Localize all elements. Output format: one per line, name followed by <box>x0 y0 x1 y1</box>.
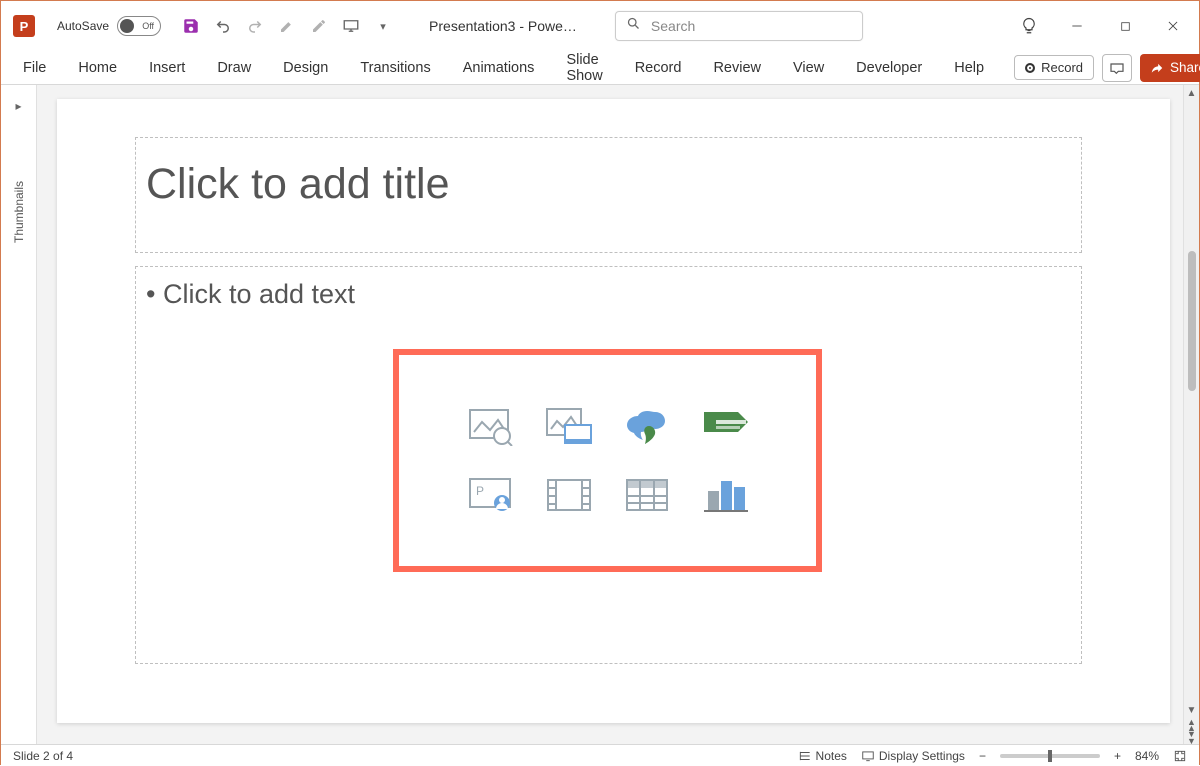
fit-to-window-button[interactable] <box>1173 749 1187 763</box>
status-bar: Slide 2 of 4 Notes Display Settings − + … <box>1 744 1199 766</box>
title-placeholder-text: Click to add title <box>146 160 1071 209</box>
tab-view[interactable]: View <box>791 56 826 80</box>
qat-more-icon[interactable]: ▾ <box>373 16 393 36</box>
tab-home[interactable]: Home <box>76 56 119 80</box>
quick-access-toolbar: ▾ <box>181 16 393 36</box>
draw-icon[interactable] <box>277 16 297 36</box>
expand-thumbnails-icon[interactable]: ▸ <box>15 99 21 113</box>
app-icon: P <box>13 15 35 37</box>
insert-row-2: P <box>467 475 749 515</box>
notes-label: Notes <box>816 749 847 763</box>
insert-video-icon[interactable] <box>545 475 593 515</box>
display-settings-icon <box>861 749 875 763</box>
zoom-out-button[interactable]: − <box>979 749 986 763</box>
share-icon <box>1150 61 1164 75</box>
scroll-thumb[interactable] <box>1188 251 1196 391</box>
slide[interactable]: Click to add title • Click to add text <box>57 99 1170 723</box>
autosave-state: Off <box>142 21 154 31</box>
insert-row-1 <box>467 407 749 447</box>
next-slide-icon[interactable]: ▼▼ <box>1187 731 1196 744</box>
record-dot-icon <box>1025 63 1035 73</box>
tab-developer[interactable]: Developer <box>854 56 924 80</box>
content-placeholder-text: • Click to add text <box>146 279 1071 310</box>
autosave-toggle[interactable]: Off <box>117 16 161 36</box>
tab-help[interactable]: Help <box>952 56 986 80</box>
insert-table-icon[interactable] <box>623 475 671 515</box>
scroll-up-icon[interactable]: ▲ <box>1184 85 1199 101</box>
notes-button[interactable]: Notes <box>798 749 847 763</box>
save-icon[interactable] <box>181 16 201 36</box>
close-button[interactable] <box>1159 12 1187 40</box>
tab-design[interactable]: Design <box>281 56 330 80</box>
autosave-label: AutoSave <box>57 19 109 33</box>
thumbnails-label: Thumbnails <box>12 181 26 243</box>
insert-icons-icon[interactable] <box>623 407 671 447</box>
vertical-scrollbar[interactable]: ▲ ▼ ▲▲ ▼▼ <box>1183 85 1199 744</box>
fit-icon <box>1173 749 1187 763</box>
toggle-knob-icon <box>120 19 134 33</box>
share-label: Share <box>1170 60 1200 75</box>
record-button[interactable]: Record <box>1014 55 1094 80</box>
svg-text:P: P <box>476 484 484 498</box>
display-settings-label: Display Settings <box>879 749 965 763</box>
draw2-icon[interactable] <box>309 16 329 36</box>
tab-file[interactable]: File <box>21 56 48 80</box>
ribbon-tabs: File Home Insert Draw Design Transitions… <box>1 51 1199 85</box>
insert-chart-icon[interactable] <box>701 475 749 515</box>
undo-icon[interactable] <box>213 16 233 36</box>
title-bar: P AutoSave Off ▾ Presentation3 - Powe… S… <box>1 1 1199 51</box>
record-label: Record <box>1041 60 1083 75</box>
slide-canvas-area: Click to add title • Click to add text <box>37 85 1183 744</box>
title-placeholder[interactable]: Click to add title <box>135 137 1082 253</box>
present-icon[interactable] <box>341 16 361 36</box>
insert-pictures-icon[interactable] <box>545 407 593 447</box>
tab-animations[interactable]: Animations <box>461 56 537 80</box>
search-placeholder: Search <box>651 18 695 34</box>
zoom-in-button[interactable]: + <box>1114 749 1121 763</box>
notes-icon <box>798 749 812 763</box>
tab-insert[interactable]: Insert <box>147 56 187 80</box>
zoom-slider[interactable] <box>1000 754 1100 758</box>
zoom-level[interactable]: 84% <box>1135 749 1159 763</box>
search-icon <box>626 16 641 36</box>
tab-slideshow[interactable]: Slide Show <box>564 48 604 88</box>
redo-icon[interactable] <box>245 16 265 36</box>
maximize-button[interactable] <box>1111 12 1139 40</box>
content-insert-panel: P <box>393 349 822 572</box>
work-area: ▸ Thumbnails Click to add title • Click … <box>1 85 1199 744</box>
insert-smartart-icon[interactable] <box>701 407 749 447</box>
tab-draw[interactable]: Draw <box>215 56 253 80</box>
tab-record[interactable]: Record <box>633 56 684 80</box>
scroll-track[interactable] <box>1184 101 1199 703</box>
comments-button[interactable] <box>1102 54 1132 82</box>
display-settings-button[interactable]: Display Settings <box>861 749 965 763</box>
insert-stock-images-icon[interactable] <box>467 407 515 447</box>
insert-cameo-icon[interactable]: P <box>467 475 515 515</box>
share-button[interactable]: Share ⌄ <box>1140 54 1200 82</box>
zoom-slider-handle[interactable] <box>1048 750 1052 762</box>
search-input[interactable]: Search <box>615 11 863 41</box>
lightbulb-icon[interactable] <box>1015 12 1043 40</box>
minimize-button[interactable] <box>1063 12 1091 40</box>
thumbnails-pane-collapsed[interactable]: ▸ Thumbnails <box>1 85 37 744</box>
tab-review[interactable]: Review <box>711 56 763 80</box>
document-title[interactable]: Presentation3 - Powe… <box>429 18 577 34</box>
slide-counter[interactable]: Slide 2 of 4 <box>13 749 73 763</box>
tab-transitions[interactable]: Transitions <box>358 56 432 80</box>
